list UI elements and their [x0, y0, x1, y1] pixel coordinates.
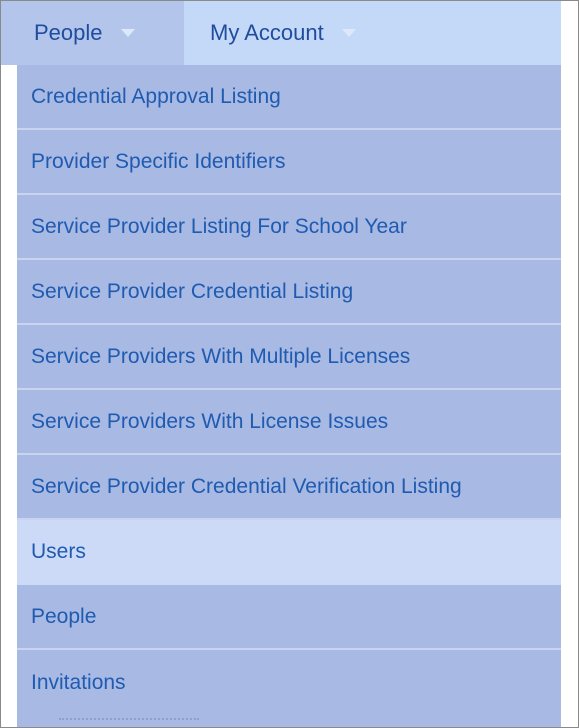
chevron-down-icon	[341, 29, 356, 37]
top-nav-bar: People My Account	[1, 1, 561, 65]
menu-item-service-provider-credential-verification-listing[interactable]: Service Provider Credential Verification…	[17, 455, 561, 520]
screenshot-frame: People My Account Credential Approval Li…	[0, 0, 579, 728]
menu-item-service-providers-with-multiple-licenses[interactable]: Service Providers With Multiple Licenses	[17, 325, 561, 390]
tab-people-label: People	[34, 20, 103, 45]
people-dropdown-menu: Credential Approval Listing Provider Spe…	[17, 65, 561, 727]
tab-my-account[interactable]: My Account	[184, 1, 356, 65]
chevron-down-icon	[120, 29, 135, 37]
menu-item-service-provider-listing-for-school-year[interactable]: Service Provider Listing For School Year	[17, 195, 561, 260]
partially-hidden-text-fragment	[59, 718, 199, 727]
menu-item-service-providers-with-license-issues[interactable]: Service Providers With License Issues	[17, 390, 561, 455]
menu-item-service-provider-credential-listing[interactable]: Service Provider Credential Listing	[17, 260, 561, 325]
menu-item-invitations[interactable]: Invitations	[17, 650, 561, 715]
menu-item-users[interactable]: Users	[17, 520, 561, 585]
menu-item-credential-approval-listing[interactable]: Credential Approval Listing	[17, 65, 561, 130]
menu-item-provider-specific-identifiers[interactable]: Provider Specific Identifiers	[17, 130, 561, 195]
tab-people[interactable]: People	[1, 1, 184, 65]
menu-item-people[interactable]: People	[17, 585, 561, 650]
tab-my-account-label: My Account	[210, 20, 324, 45]
